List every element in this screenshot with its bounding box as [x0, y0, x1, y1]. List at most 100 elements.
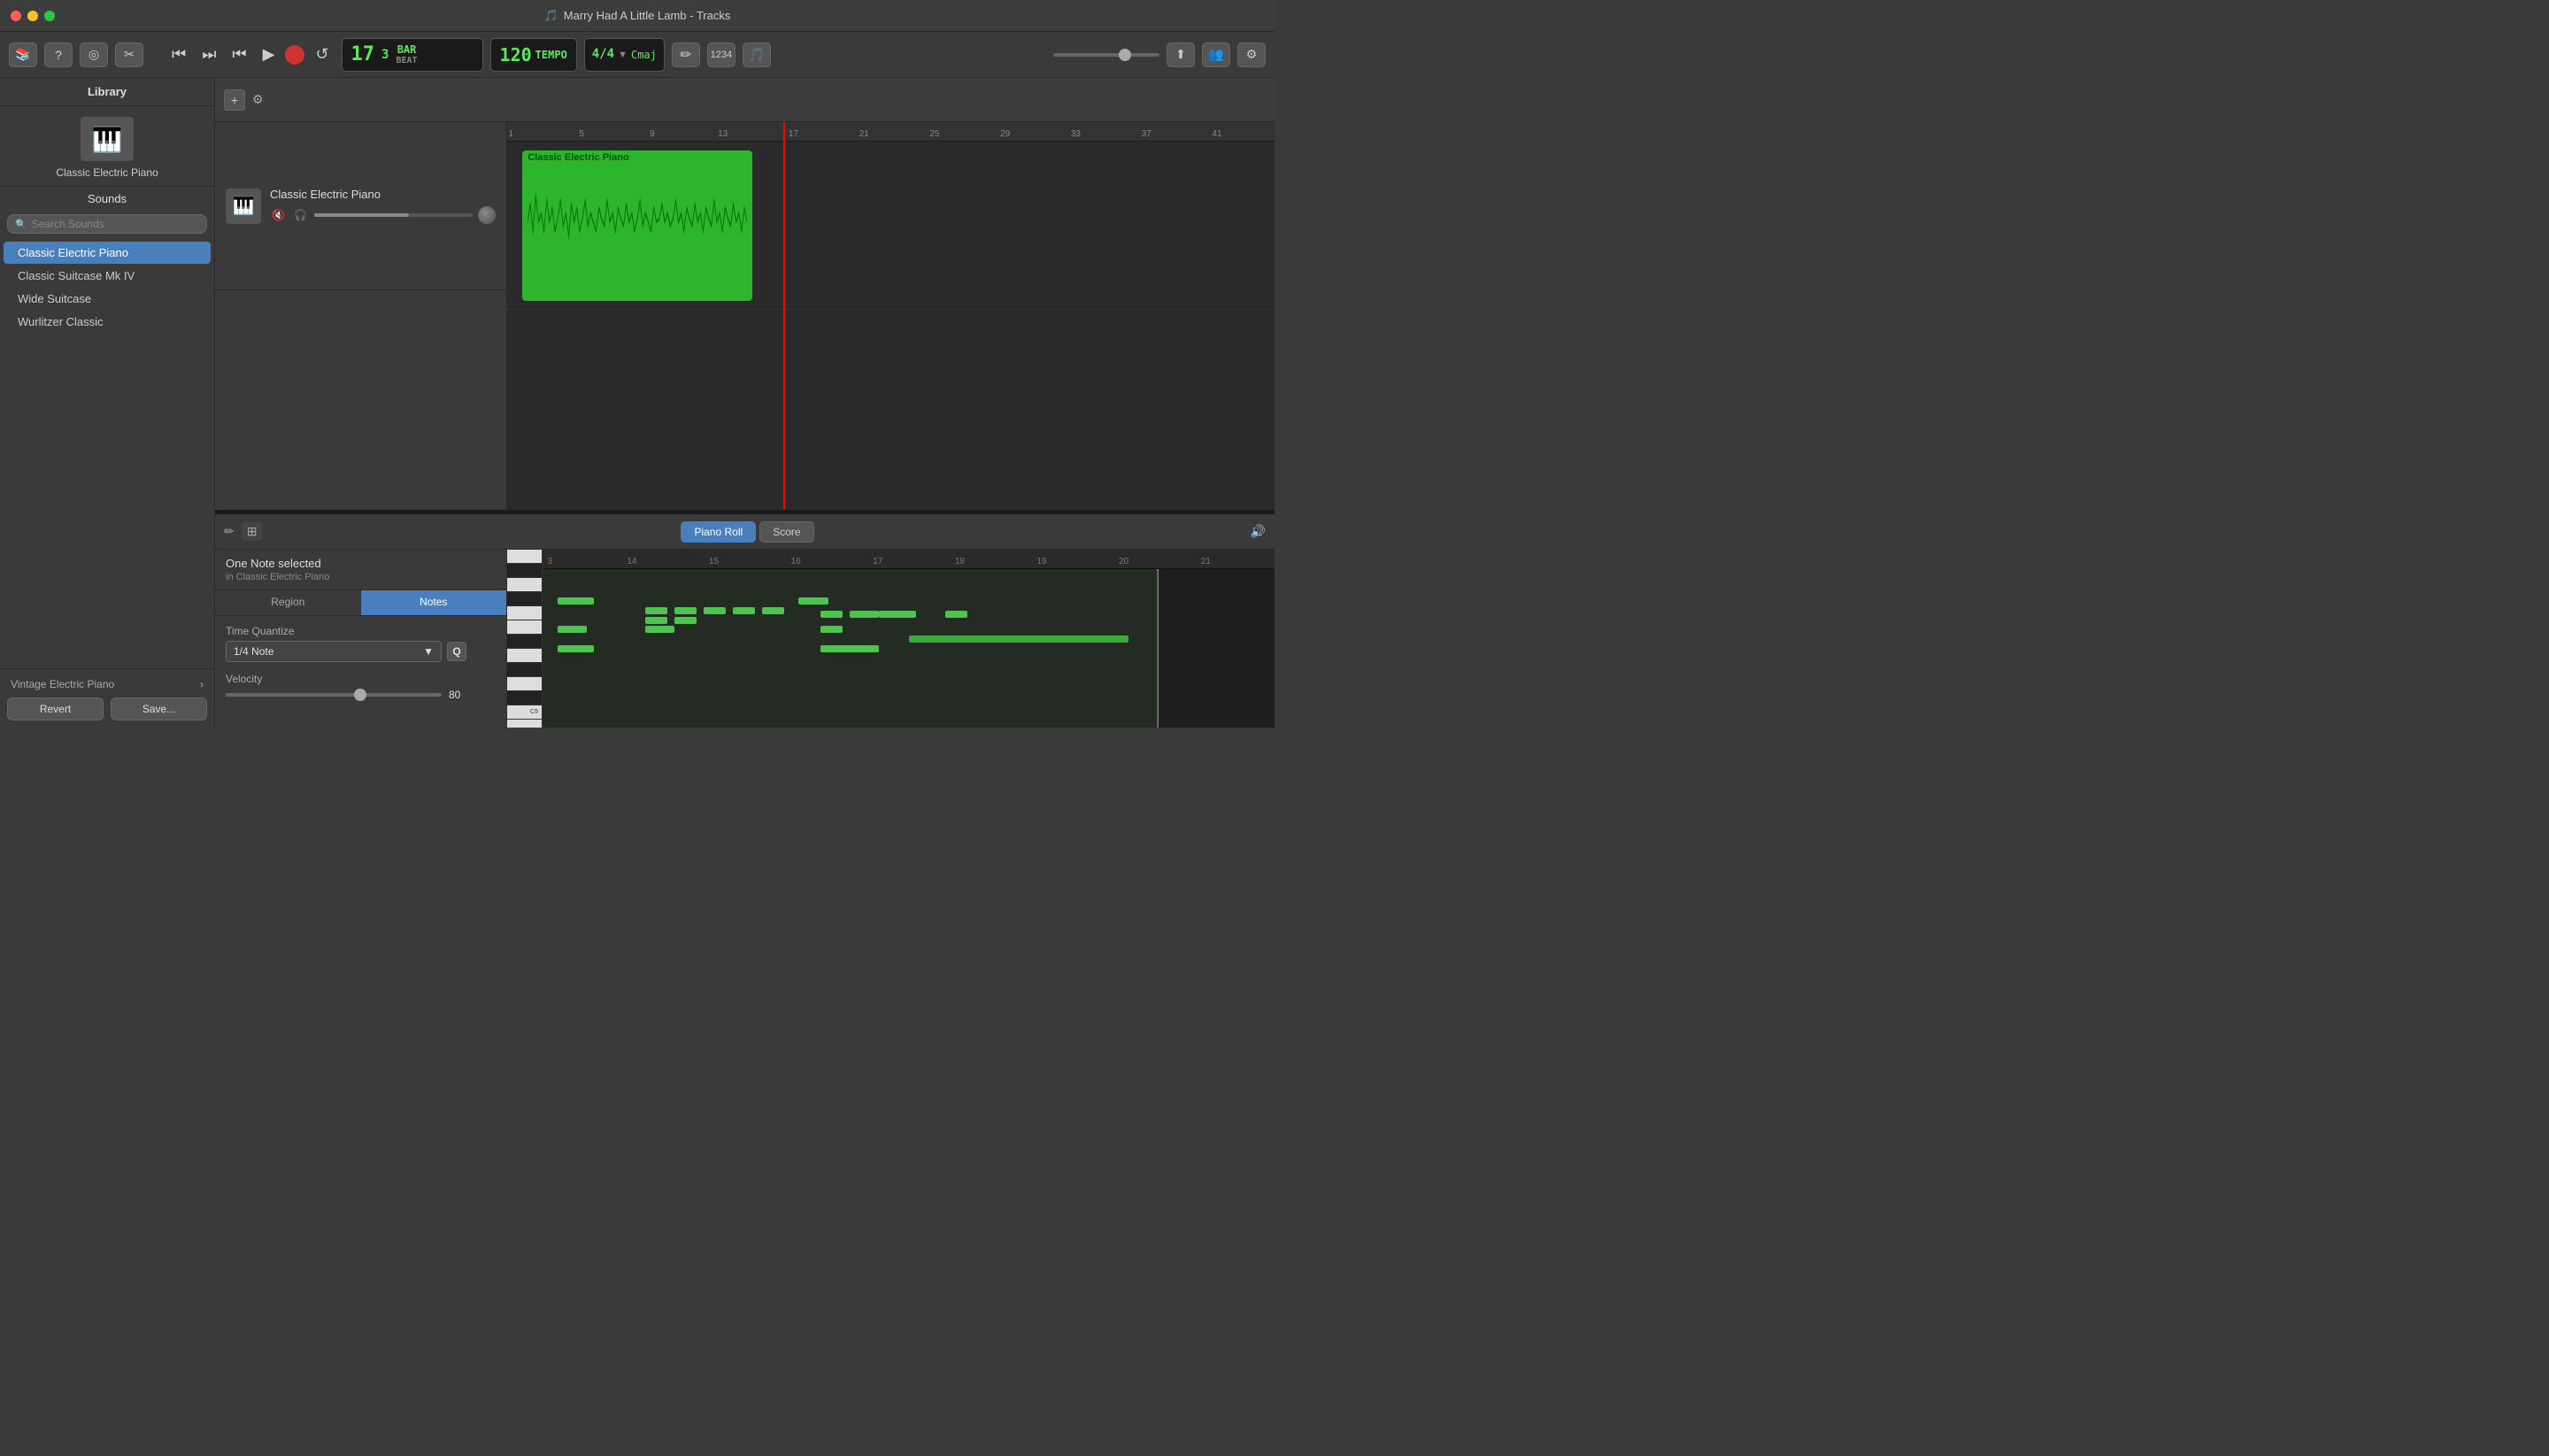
maximize-button[interactable] — [44, 11, 55, 21]
piano-key[interactable] — [507, 635, 542, 649]
piano-key[interactable] — [507, 677, 542, 691]
bar-number: 17 — [351, 43, 375, 65]
pr-ruler: 3141516171819202122 — [543, 550, 1274, 569]
pr-note[interactable] — [674, 617, 697, 624]
piano-roll-tab[interactable]: Piano Roll — [681, 521, 756, 543]
pr-note[interactable] — [704, 607, 726, 614]
pr-note[interactable] — [645, 626, 674, 633]
time-signature-panel[interactable]: 4/4 ▼ Cmaj — [584, 38, 665, 72]
loop-button[interactable]: ↺ — [310, 42, 334, 67]
minimize-button[interactable] — [27, 11, 38, 21]
save-button[interactable]: Save... — [111, 697, 207, 720]
track-headphone-icon[interactable]: 🎧 — [292, 207, 309, 223]
sound-list-item[interactable]: Classic Suitcase Mk IV — [4, 265, 211, 287]
search-box[interactable]: 🔍 — [7, 214, 207, 234]
pr-note[interactable] — [733, 607, 755, 614]
quantize-dropdown[interactable]: 1/4 Note ▼ — [226, 641, 442, 662]
piano-key[interactable]: C5 — [507, 705, 542, 720]
piano-key[interactable] — [507, 620, 542, 635]
smart-controls-button[interactable]: ◎ — [80, 42, 108, 67]
master-volume-slider[interactable] — [1053, 53, 1159, 57]
piano-key[interactable] — [507, 691, 542, 705]
pr-note[interactable] — [879, 611, 915, 618]
pr-note[interactable] — [762, 607, 784, 614]
notation-button[interactable]: 1234 — [707, 42, 735, 67]
timeline-area: 1591317212529333741 Classic Electric Pia… — [507, 122, 1274, 510]
pr-note[interactable] — [558, 645, 594, 652]
pr-note[interactable] — [850, 611, 879, 618]
piano-key[interactable] — [507, 663, 542, 677]
skip-back-button[interactable]: ⏮ — [227, 42, 251, 67]
track-volume-slider[interactable] — [314, 213, 473, 217]
ruler-mark: 29 — [1000, 129, 1010, 139]
chevron-down-icon: ▼ — [618, 50, 628, 60]
library-actions: Revert Save... — [7, 697, 207, 720]
sound-list-item[interactable]: Classic Electric Piano — [4, 242, 211, 264]
volume-range[interactable] — [1053, 53, 1159, 57]
pr-ruler-mark: 15 — [709, 557, 719, 566]
pr-note[interactable] — [645, 607, 667, 614]
pr-note[interactable] — [558, 626, 587, 633]
q-button[interactable]: Q — [447, 642, 466, 661]
metronome-button[interactable]: 🎵 — [743, 42, 771, 67]
share-button[interactable]: ⬆ — [1167, 42, 1195, 67]
vintage-electric-piano-item[interactable]: Vintage Electric Piano › — [7, 676, 207, 692]
track-options-icon[interactable]: ⚙ — [252, 92, 264, 107]
record-button[interactable] — [285, 45, 304, 65]
piano-roll-snap-icon[interactable]: ⊞ — [242, 522, 263, 541]
pr-note[interactable] — [558, 597, 594, 605]
users-button[interactable]: 👥 — [1202, 42, 1230, 67]
fast-forward-button[interactable]: ⏭ — [196, 42, 221, 67]
pr-left-tab-notes[interactable]: Notes — [361, 590, 507, 615]
piano-roll-volume-icon[interactable]: 🔊 — [1251, 524, 1266, 539]
pr-note[interactable] — [798, 597, 828, 605]
pr-playhead — [1158, 569, 1159, 728]
add-track-button[interactable]: + — [224, 89, 245, 111]
piano-key[interactable] — [507, 578, 542, 592]
timeline-playhead — [783, 122, 785, 510]
position-display[interactable]: 17 3 BAR BEAT — [342, 38, 483, 72]
piano-key[interactable] — [507, 564, 542, 578]
pr-note[interactable] — [820, 626, 843, 633]
pr-left-tab-region[interactable]: Region — [215, 590, 361, 615]
sounds-label: Sounds — [0, 187, 214, 211]
settings-button[interactable]: ⚙ — [1237, 42, 1266, 67]
revert-button[interactable]: Revert — [7, 697, 104, 720]
piano-key[interactable] — [507, 720, 542, 728]
velocity-slider[interactable] — [226, 693, 442, 697]
chevron-right-icon: › — [200, 678, 204, 690]
pr-note[interactable] — [909, 636, 1128, 643]
search-input[interactable] — [32, 218, 199, 230]
piano-key[interactable] — [507, 592, 542, 606]
pr-note[interactable] — [645, 617, 667, 624]
track-region[interactable]: Classic Electric Piano — [522, 150, 752, 301]
beat-number: 3 — [381, 48, 389, 62]
play-button[interactable]: ▶ — [258, 42, 281, 67]
library-button[interactable]: 📚 — [9, 42, 37, 67]
piano-key[interactable] — [507, 606, 542, 620]
piano-keys: C5C4C3 — [507, 550, 543, 728]
sound-list-item[interactable]: Wurlitzer Classic — [4, 311, 211, 333]
track-mute-icon[interactable]: 🔇 — [270, 207, 287, 223]
rewind-button[interactable]: ⏮ — [166, 42, 191, 67]
track-pan-knob[interactable] — [478, 206, 496, 224]
sound-list-item[interactable]: Wide Suitcase — [4, 288, 211, 310]
close-button[interactable] — [11, 11, 21, 21]
piano-roll-pencil-icon[interactable]: ✏ — [224, 524, 235, 539]
piano-key[interactable] — [507, 649, 542, 663]
piano-key[interactable] — [507, 550, 542, 564]
tempo-display[interactable]: 120 TEMPO — [490, 38, 577, 72]
piano-roll-tab[interactable]: Score — [759, 521, 813, 543]
brush-tool-button[interactable]: ✏ — [672, 42, 700, 67]
pr-ruler-mark: 19 — [1036, 557, 1046, 566]
ruler-mark: 33 — [1071, 129, 1081, 139]
pr-note[interactable] — [945, 611, 967, 618]
help-button[interactable]: ? — [44, 42, 73, 67]
pr-note[interactable] — [820, 645, 879, 652]
scissors-button[interactable]: ✂ — [115, 42, 143, 67]
track-controls-panel: 🎹 Classic Electric Piano 🔇 🎧 — [215, 122, 507, 510]
library-bottom: Vintage Electric Piano › Revert Save... — [0, 668, 214, 728]
pr-note[interactable] — [674, 607, 697, 614]
pr-note[interactable] — [820, 611, 843, 618]
traffic-lights[interactable] — [11, 11, 55, 21]
